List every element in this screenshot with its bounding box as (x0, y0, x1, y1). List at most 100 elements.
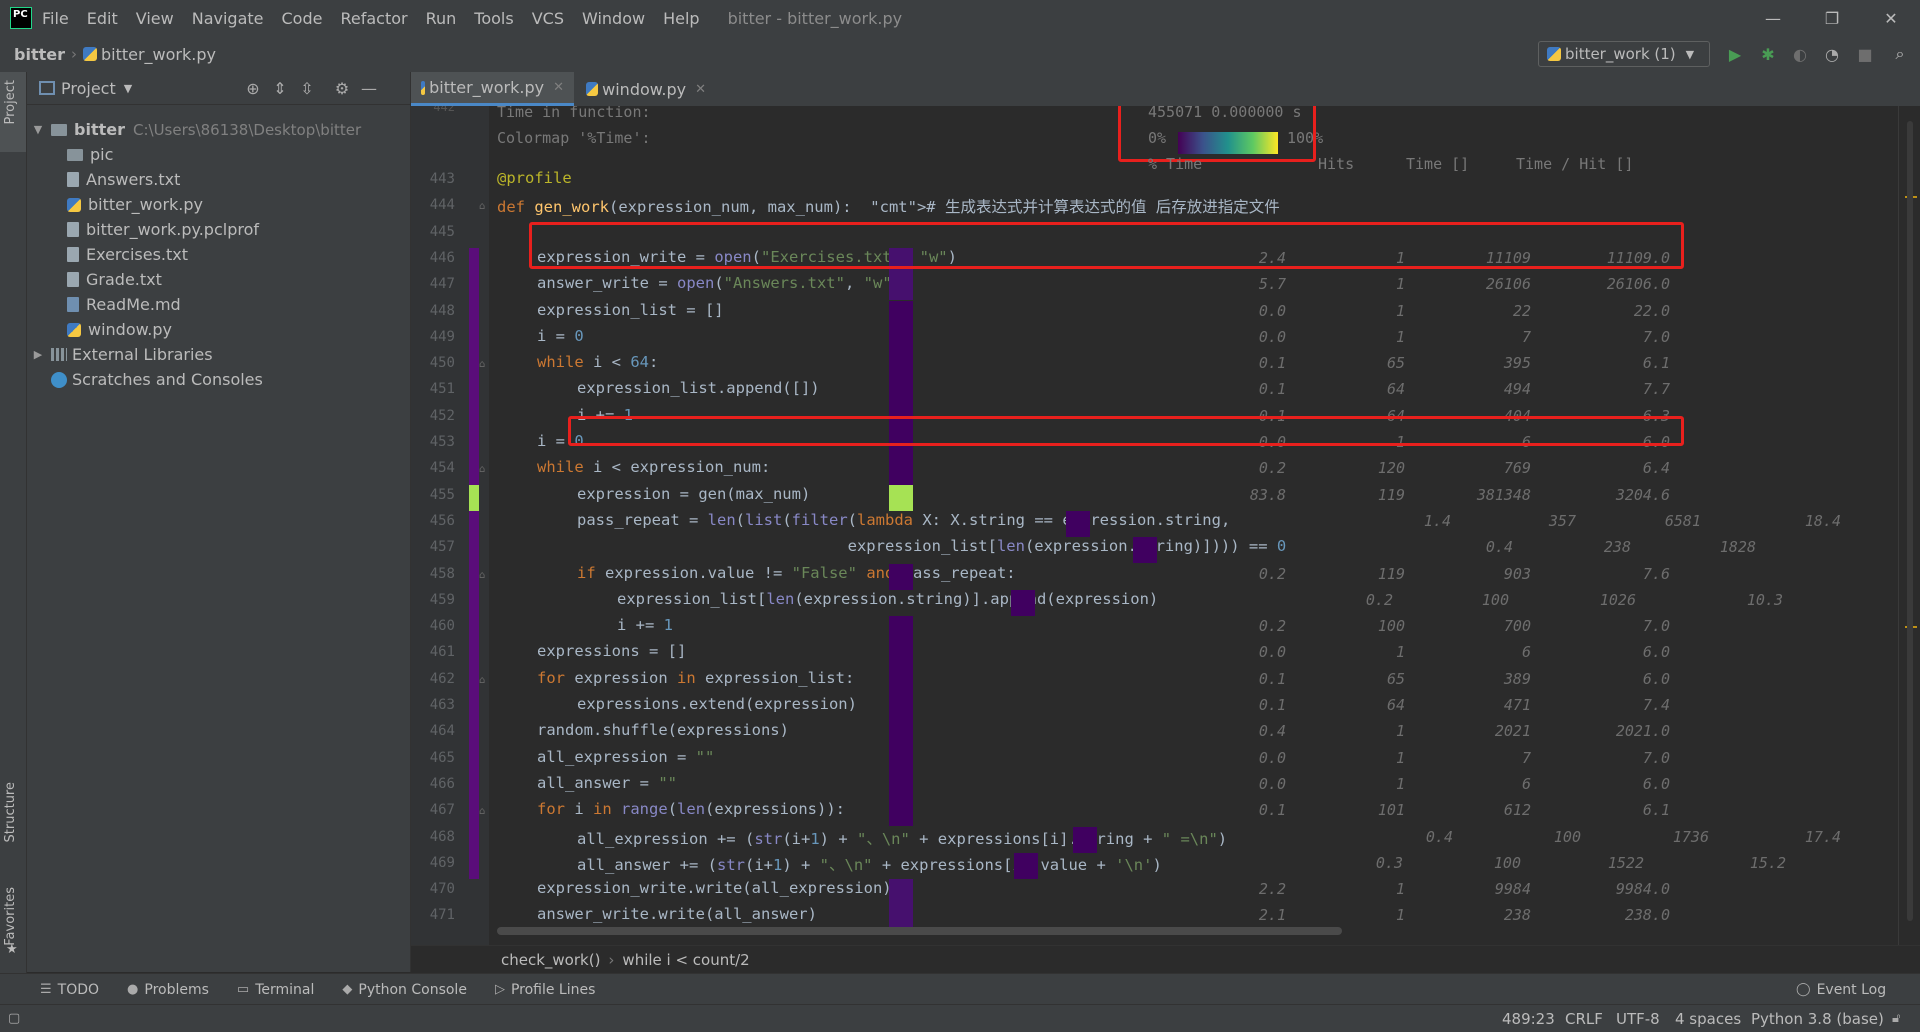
indent-setting[interactable]: 4 spaces (1675, 1010, 1741, 1028)
profile-time-per-hit: 6.0 (1642, 774, 1670, 793)
close-window-button[interactable]: ✕ (1862, 0, 1920, 36)
python-console-tool[interactable]: ◆ Python Console (342, 982, 467, 998)
search-icon[interactable]: ⌕ (1890, 44, 1910, 64)
python-interpreter[interactable]: Python 3.8 (base) (1751, 1010, 1884, 1028)
menu-code[interactable]: Code (282, 9, 323, 28)
scrollbar[interactable] (1907, 121, 1913, 921)
coverage-icon[interactable]: ◐ (1790, 44, 1810, 64)
profile-time-pct: 0.1 (1258, 354, 1286, 373)
caret-position[interactable]: 489:23 (1502, 1010, 1555, 1028)
menu-tools[interactable]: Tools (474, 9, 513, 28)
structure-tool-tab[interactable]: Structure (3, 782, 18, 842)
profile-time-pct: 0.2 (1258, 617, 1286, 636)
tree-item-grade[interactable]: Grade.txt (67, 267, 162, 292)
nav-file[interactable]: bitter_work.py (101, 45, 216, 64)
close-icon[interactable]: ✕ (695, 82, 706, 97)
tree-scratches[interactable]: Scratches and Consoles (51, 367, 263, 392)
profile-time: 494 (1503, 380, 1531, 399)
menu-refactor[interactable]: Refactor (340, 9, 407, 28)
heat-cell (1133, 537, 1157, 564)
heat-cell (889, 721, 913, 748)
fold-icon[interactable]: ⌂ (479, 806, 485, 817)
run-icon[interactable]: ▶ (1725, 44, 1745, 64)
code-line: while i < expression_num: (537, 458, 771, 477)
heat-cell (1066, 510, 1090, 538)
expand-all-icon[interactable]: ⇕ (270, 78, 290, 98)
menu-file[interactable]: File (42, 9, 69, 28)
profile-time-pct: 2.1 (1258, 906, 1286, 925)
python-console-icon: ◆ (342, 982, 353, 997)
hide-icon[interactable]: — (359, 78, 379, 98)
horizontal-scrollbar[interactable] (497, 927, 1342, 935)
code-line: @profile (497, 169, 572, 187)
tree-item-answers[interactable]: Answers.txt (67, 167, 180, 192)
code-editor[interactable]: 443 @profile 444 def gen_work(expression_nu… (411, 106, 1920, 945)
error-stripe[interactable] (1901, 106, 1920, 945)
tree-item-pic[interactable]: pic (67, 142, 113, 167)
line-separator[interactable]: CRLF (1565, 1010, 1603, 1028)
tree-root[interactable]: ▼ bitter C:\Users\86138\Desktop\bitter (31, 117, 361, 142)
panel-toggle-icon[interactable]: ▢ (8, 1011, 20, 1026)
line-number: 457 (429, 539, 455, 556)
project-panel-title[interactable]: Project (61, 79, 116, 98)
run-config-select[interactable]: bitter_work (1) ▼ (1538, 41, 1710, 67)
file-encoding[interactable]: UTF-8 (1616, 1010, 1660, 1028)
event-log-tool[interactable]: ◯ Event Log (1796, 982, 1886, 998)
fold-icon[interactable]: ⌂ (479, 201, 485, 212)
fold-icon[interactable]: ⌂ (479, 675, 485, 686)
menu-edit[interactable]: Edit (87, 9, 118, 28)
highlight-box (568, 416, 1684, 446)
favorites-tool-tab[interactable]: Favorites (3, 887, 18, 946)
profile-time-per-hit: 18.4 (1804, 511, 1841, 530)
gear-icon[interactable]: ⚙ (332, 78, 352, 98)
profile-icon[interactable]: ◔ (1822, 44, 1842, 64)
tab-label: window.py (602, 79, 687, 99)
chevron-down-icon[interactable]: ﹀ (1891, 106, 1903, 109)
menu-run[interactable]: Run (426, 9, 457, 28)
close-icon[interactable]: ✕ (553, 80, 564, 95)
tree-item-bitter-work[interactable]: bitter_work.py (67, 192, 203, 217)
chevron-down-icon[interactable]: ▼ (124, 82, 132, 95)
line-number: 455 (429, 486, 455, 503)
menu-window[interactable]: Window (582, 9, 645, 28)
chevron-up-icon[interactable]: ︿ (1873, 106, 1885, 109)
profile-hits: 1 (1395, 748, 1405, 767)
tree-item-exercises[interactable]: Exercises.txt (67, 242, 188, 267)
fold-icon[interactable]: ⌂ (479, 570, 485, 581)
code-line: all_expression += (str(i+1) + "、\n" + ex… (577, 829, 1228, 848)
breadcrumb-loop[interactable]: while i < count/2 (622, 951, 749, 969)
lock-icon[interactable]: 🔓︎ (1892, 1011, 1900, 1026)
todo-tool[interactable]: ☰ TODO (40, 982, 99, 998)
problems-tool[interactable]: ● Problems (127, 982, 209, 998)
profile-time-pct: 2.2 (1258, 880, 1286, 899)
tab-window[interactable]: window.py ✕ (576, 72, 716, 106)
inspection-warnings[interactable]: ⚠ 2 (1834, 106, 1860, 108)
profile-hits: 120 (1377, 459, 1405, 478)
tree-external-libraries[interactable]: ▶ External Libraries (31, 342, 213, 367)
breadcrumb-function[interactable]: check_work() (501, 951, 600, 969)
restore-button[interactable]: ❐ (1803, 0, 1861, 36)
tree-item-pclprof[interactable]: bitter_work.py.pclprof (67, 217, 259, 242)
project-tool-tab[interactable]: Project (3, 80, 18, 124)
tree-item-readme[interactable]: ReadMe.md (67, 292, 181, 317)
minimize-button[interactable]: — (1744, 0, 1802, 36)
menu-navigate[interactable]: Navigate (192, 9, 264, 28)
nav-project[interactable]: bitter (14, 45, 65, 64)
debug-icon[interactable]: ✱ (1758, 44, 1778, 64)
profile-lines-tool[interactable]: ▷ Profile Lines (495, 982, 595, 998)
heat-cell (889, 274, 913, 301)
fold-icon[interactable]: ⌂ (479, 359, 485, 370)
collapse-all-icon[interactable]: ⇳ (297, 78, 317, 98)
tree-root-label: bitter (74, 120, 125, 139)
line-number: 448 (429, 302, 455, 319)
tab-bitter-work[interactable]: bitter_work.py ✕ (411, 72, 574, 106)
tree-item-label: window.py (88, 320, 172, 339)
menu-help[interactable]: Help (663, 9, 699, 28)
locate-icon[interactable]: ⊕ (243, 78, 263, 98)
terminal-tool[interactable]: ▭ Terminal (237, 982, 314, 998)
tree-item-window[interactable]: window.py (67, 317, 172, 342)
stop-icon[interactable]: ■ (1855, 44, 1875, 64)
menu-view[interactable]: View (136, 9, 174, 28)
menu-vcs[interactable]: VCS (532, 9, 564, 28)
fold-icon[interactable]: ⌂ (479, 464, 485, 475)
